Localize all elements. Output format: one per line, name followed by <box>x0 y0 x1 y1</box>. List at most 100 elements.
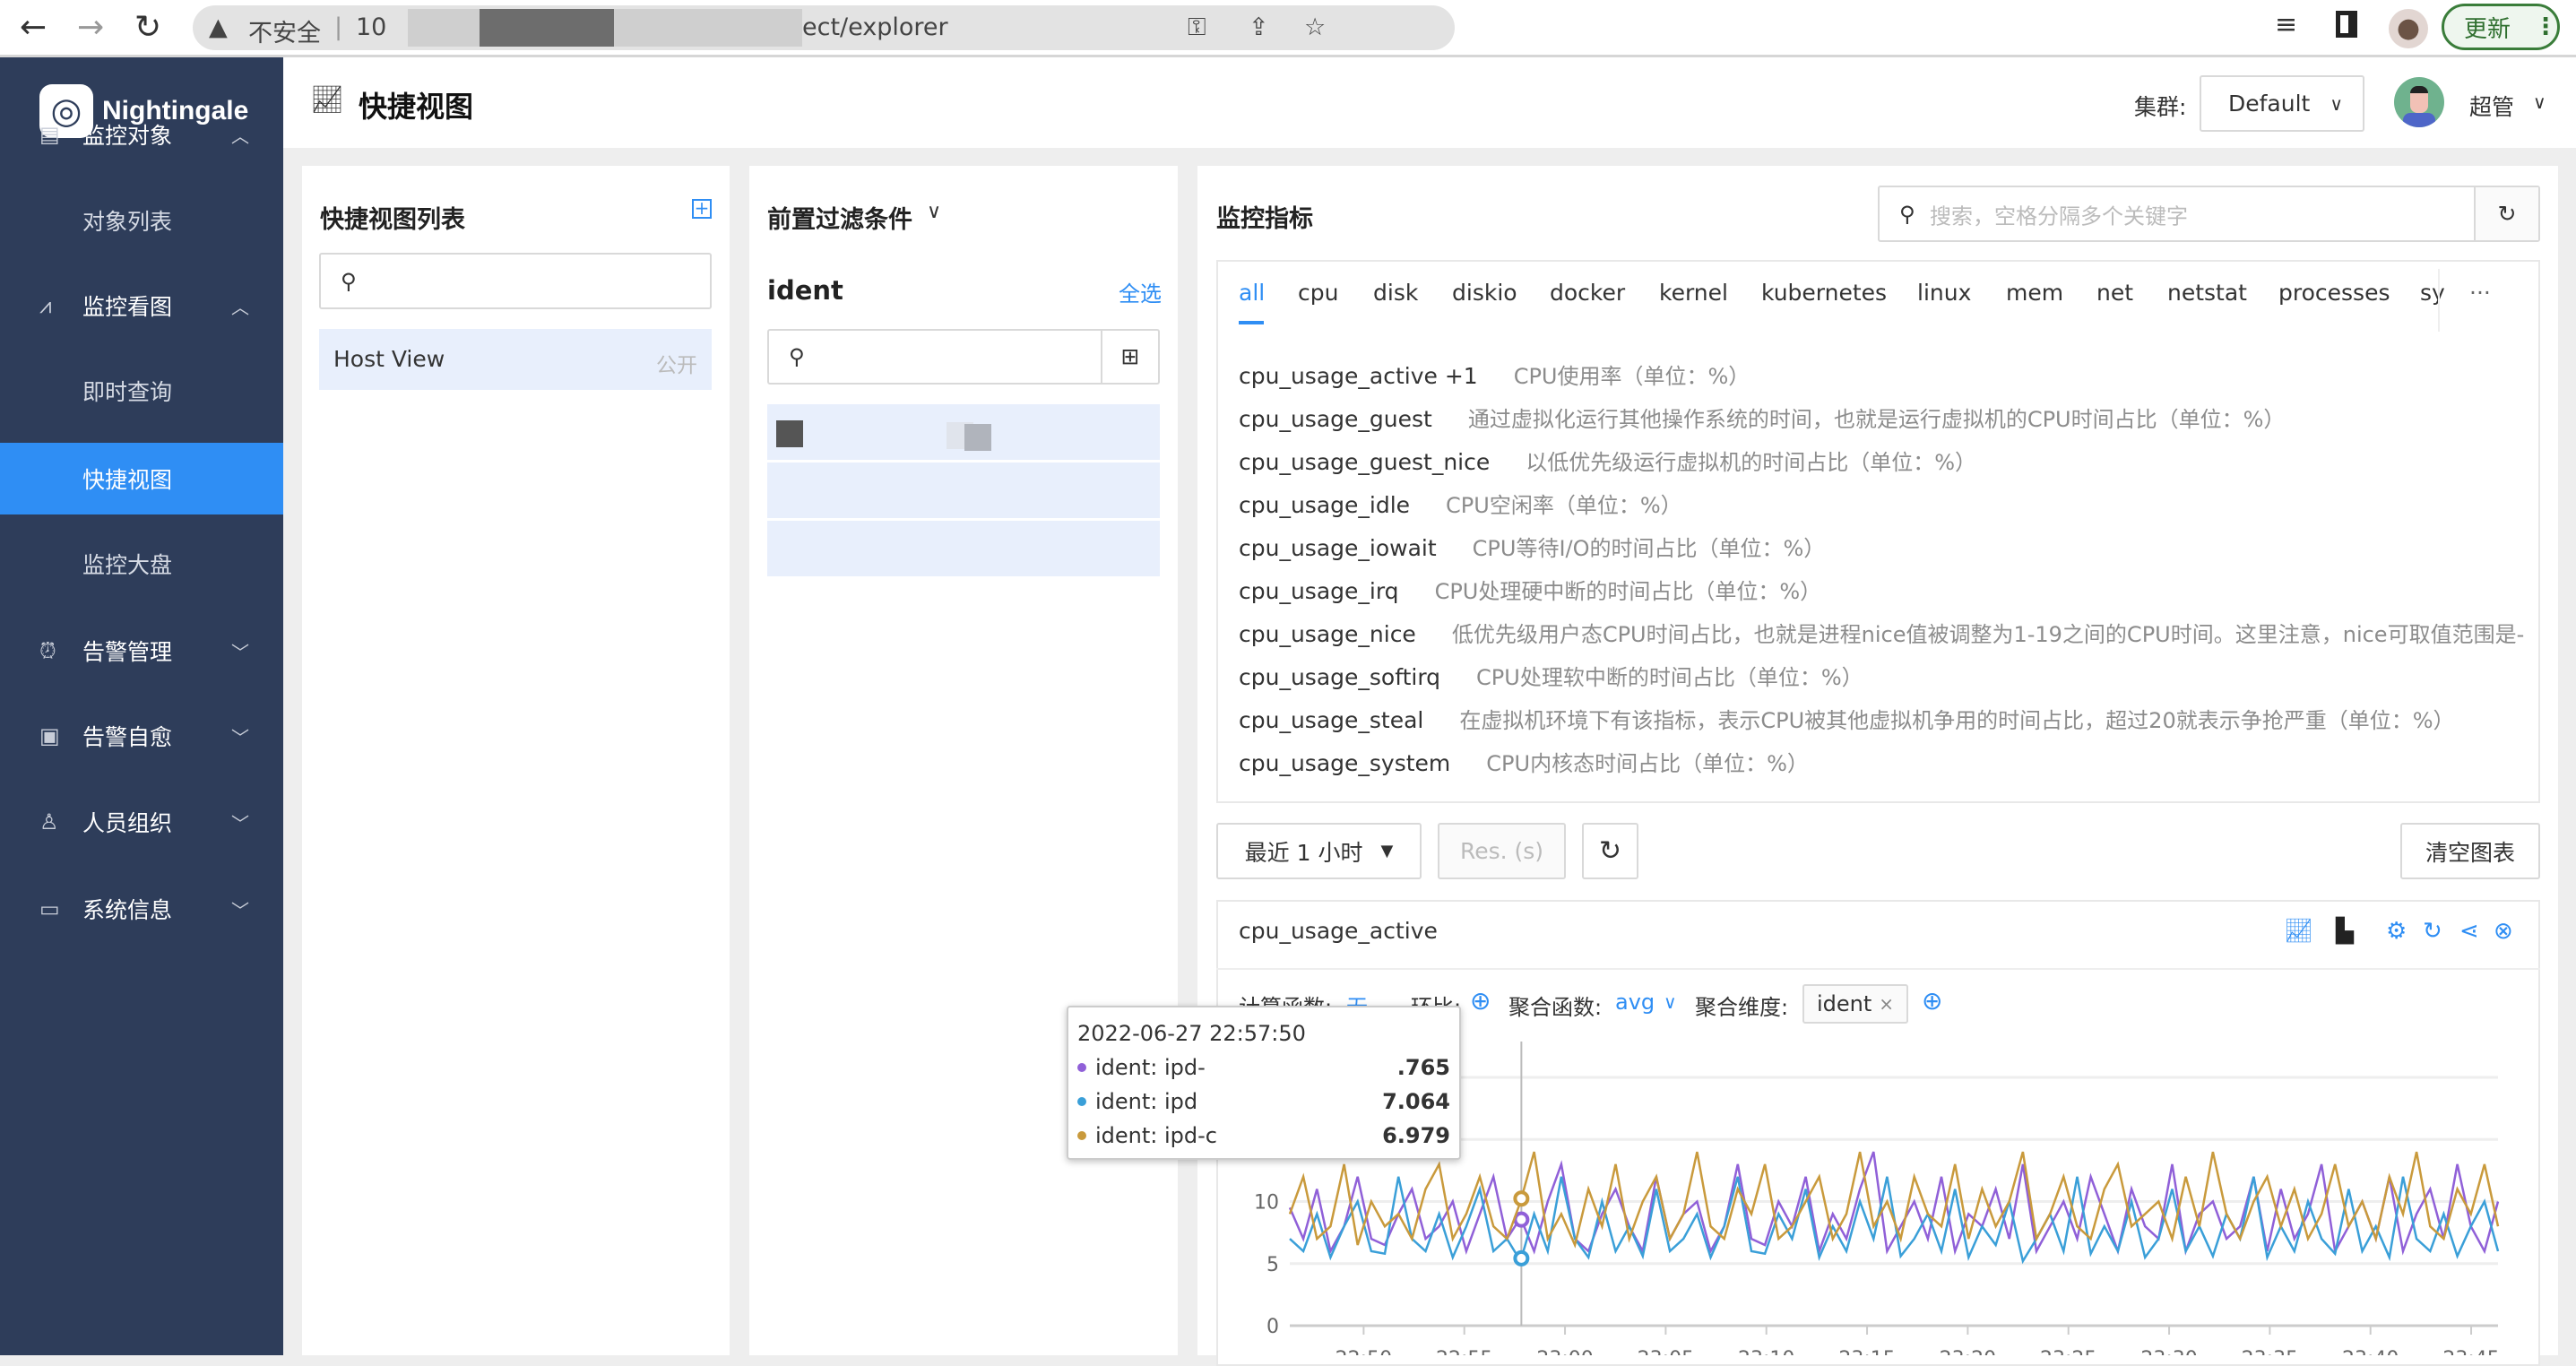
sidebar-item-label: 系统信息 <box>82 897 173 923</box>
back-icon[interactable]: ← <box>20 9 47 46</box>
filter-item[interactable] <box>767 404 1160 460</box>
warning-icon: ▲ <box>209 13 228 41</box>
metric-name: cpu_usage_iowait <box>1239 535 1437 561</box>
metric-item[interactable]: cpu_usage_system CPU内核态时间占比（单位：%） <box>1239 746 1809 777</box>
clear-charts-button[interactable]: 清空图表 <box>2400 823 2540 879</box>
select-all-link[interactable]: 全选 <box>1119 276 1162 307</box>
sidebar-item-9[interactable]: ▭ 系统信息 ﹀ <box>0 873 283 945</box>
search-icon: ⚲ <box>341 268 357 294</box>
tab-kubernetes[interactable]: kubernetes <box>1761 280 1887 306</box>
user-name[interactable]: 超管 <box>2469 90 2514 122</box>
tab-net[interactable]: net <box>2096 280 2133 306</box>
metrics-search-input[interactable]: ⚲ 搜索，空格分隔多个关键字 ↻ <box>1878 186 2540 242</box>
metric-name: cpu_usage_system <box>1239 750 1451 776</box>
metric-desc: CPU内核态时间占比（单位：%） <box>1486 751 1809 776</box>
key-icon[interactable]: ⚿ <box>1188 13 1206 42</box>
metric-desc: CPU空闲率（单位：%） <box>1446 493 1682 518</box>
cluster-select[interactable]: Default ∨ <box>2200 75 2364 132</box>
metric-name: cpu_usage_guest <box>1239 406 1432 432</box>
metric-item[interactable]: cpu_usage_idle CPU空闲率（单位：%） <box>1239 488 1682 519</box>
reload-icon[interactable]: ↻ <box>134 9 161 46</box>
refresh-button[interactable]: ↻ <box>1582 823 1638 879</box>
series-dot <box>1077 1063 1086 1072</box>
filter-item[interactable] <box>767 521 1160 576</box>
tab-netstat[interactable]: netstat <box>2167 280 2247 306</box>
x-tick-label: 23:40 <box>2342 1348 2399 1355</box>
sidebar-toggle-icon[interactable] <box>2336 11 2357 38</box>
y-tick-label: 10 <box>1254 1192 1279 1215</box>
metric-item[interactable]: cpu_usage_softirq CPU处理软中断的时间占比（单位：%） <box>1239 660 1863 691</box>
tab-all[interactable]: all <box>1239 280 1265 306</box>
time-range-select[interactable]: 最近 1 小时 ▼ <box>1216 823 1422 879</box>
chevron-down-icon: ﹀ <box>231 812 249 834</box>
chevron-down-icon[interactable]: ∨ <box>2533 91 2546 113</box>
filter-panel-title: 前置过滤条件 <box>767 206 912 234</box>
update-button[interactable]: 更新 ⋮ <box>2442 4 2560 50</box>
resolution-input[interactable]: Res. (s) <box>1438 823 1566 879</box>
metric-name: cpu_usage_guest_nice <box>1239 449 1491 475</box>
user-icon: ♙ <box>39 809 59 834</box>
tab-disk[interactable]: disk <box>1373 280 1418 306</box>
sidebar-item-3[interactable]: 即时查询 <box>0 355 283 427</box>
redaction <box>776 420 803 447</box>
more-tabs-button[interactable]: ··· <box>2469 280 2491 306</box>
sidebar-item-1[interactable]: 对象列表 <box>0 185 283 256</box>
forward-icon[interactable]: → <box>77 9 104 46</box>
x-tick-label: 22:55 <box>1436 1348 1492 1355</box>
tooltip-time: 2022-06-27 22:57:50 <box>1077 1021 1306 1046</box>
sidebar-item-label: 告警自愈 <box>82 724 173 750</box>
star-icon[interactable]: ☆ <box>1304 13 1326 41</box>
add-view-icon[interactable]: + <box>692 199 712 219</box>
metric-name: cpu_usage_active +1 <box>1239 363 1478 389</box>
hover-point <box>1513 1211 1530 1228</box>
browser-toolbar: ← → ↻ ▲ 不安全 | 10 ect/explorer ⚿ ⇪ ☆ ≡ ● … <box>0 0 2576 57</box>
sidebar-item-5[interactable]: 监控大盘 <box>0 528 283 600</box>
metric-item[interactable]: cpu_usage_guest_nice 以低优先级运行虚拟机的时间占比（单位：%… <box>1239 445 1976 476</box>
avatar[interactable] <box>2394 77 2444 127</box>
metric-item[interactable]: cpu_usage_guest 通过虚拟化运行其他操作系统的时间，也就是运行虚拟机… <box>1239 402 2285 433</box>
share-icon[interactable]: ⇪ <box>1249 13 1269 41</box>
cluster-value: Default <box>2228 91 2311 117</box>
tab-docker[interactable]: docker <box>1550 280 1625 306</box>
tab-kernel[interactable]: kernel <box>1659 280 1728 306</box>
metric-item[interactable]: cpu_usage_steal 在虚拟机环境下有该指标，表示CPU被其他虚拟机争用… <box>1239 703 2455 734</box>
tooltip-label: ident: ipd <box>1095 1089 1198 1114</box>
view-item-host-view[interactable]: Host View 公开 <box>319 329 712 390</box>
caret-down-icon: ▼ <box>1380 842 1394 860</box>
views-search-input[interactable]: ⚲ <box>319 253 712 309</box>
sidebar-item-7[interactable]: ▣ 告警自愈 ﹀ <box>0 700 283 772</box>
sidebar-item-label: 对象列表 <box>82 209 173 235</box>
sidebar-item-6[interactable]: ⏰︎ 告警管理 ﹀ <box>0 615 283 687</box>
filter-search-input[interactable]: ⚲ ⊞ <box>767 329 1160 385</box>
metric-item[interactable]: cpu_usage_irq CPU处理硬中断的时间占比（单位：%） <box>1239 574 1821 605</box>
filter-item[interactable] <box>767 463 1160 518</box>
sidebar-item-8[interactable]: ♙ 人员组织 ﹀ <box>0 786 283 858</box>
terminal-icon: ▣ <box>39 723 60 748</box>
chevron-up-icon: ︿ <box>231 296 249 318</box>
refresh-icon[interactable]: ↻ <box>2474 187 2538 240</box>
tab-sy[interactable]: sy <box>2420 280 2445 306</box>
tab-mem[interactable]: mem <box>2006 280 2063 306</box>
tab-processes[interactable]: processes <box>2278 280 2390 306</box>
sidebar-item-0[interactable]: ▤ 监控对象 ︿ <box>0 99 283 170</box>
tab-linux[interactable]: linux <box>1917 280 1971 306</box>
metric-item[interactable]: cpu_usage_iowait CPU等待I/O的时间占比（单位：%） <box>1239 531 1825 562</box>
tab-diskio[interactable]: diskio <box>1452 280 1517 306</box>
hover-point <box>1513 1249 1530 1267</box>
chevron-down-icon[interactable]: ∨ <box>927 201 941 223</box>
profile-icon[interactable]: ● <box>2389 9 2428 48</box>
tooltip-row: ident: ipd-c 6.979 <box>1077 1119 1450 1153</box>
x-tick-label: 23:30 <box>2140 1348 2197 1355</box>
metric-desc: CPU使用率（单位：%） <box>1513 364 1750 389</box>
sidebar-item-4[interactable]: 快捷视图 <box>0 443 283 514</box>
metric-item[interactable]: cpu_usage_active +1 CPU使用率（单位：%） <box>1239 359 1750 390</box>
filter-options-icon[interactable]: ⊞ <box>1101 331 1158 383</box>
refresh-icon: ↻ <box>1598 835 1622 867</box>
address-bar[interactable]: ▲ 不安全 | 10 ect/explorer ⚿ ⇪ ☆ <box>193 5 1455 50</box>
sidebar-item-2[interactable]: ⩘ 监控看图 ︿ <box>0 270 283 342</box>
metric-item[interactable]: cpu_usage_nice 低优先级用户态CPU时间占比，也就是进程nice值被… <box>1239 617 2524 648</box>
tab-cpu[interactable]: cpu <box>1298 280 1338 306</box>
search-icon: ⚲ <box>789 344 805 369</box>
playlist-icon[interactable]: ≡ <box>2275 9 2297 40</box>
series-line-2 <box>1288 1151 2500 1249</box>
